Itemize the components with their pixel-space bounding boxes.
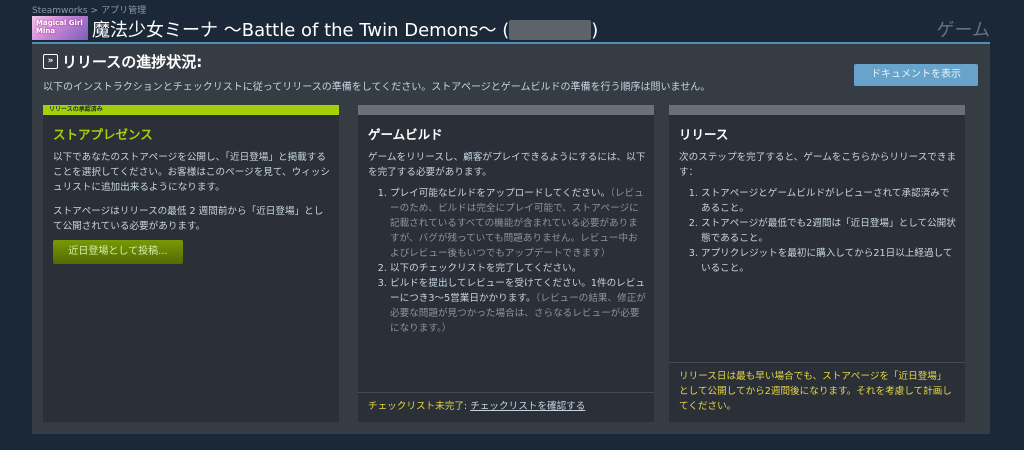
store-presence-text-1: 以下であなたのストアページを公開し、「近日登場」と掲載することを選択してください…	[53, 152, 330, 193]
game-build-status-bar	[358, 105, 654, 115]
release-step-2: ストアページが最低でも2週間は「近日登場」として公開状態であること。	[701, 216, 957, 246]
redacted-app-id	[509, 20, 592, 40]
panel-title: リリースの進捗状況:	[62, 53, 203, 71]
approved-status-bar: リリースの承認済み	[43, 105, 339, 115]
release-date-notice: リリース日は最も早い場合でも、ストアページを「近日登場」として公開してから2週間…	[679, 371, 952, 412]
view-documentation-button[interactable]: ドキュメントを表示	[854, 64, 978, 86]
release-step-3: アプリクレジットを最初に購入してから21日以上経過していること。	[701, 246, 957, 276]
step-1-text: プレイ可能なビルドをアップロードしてください。	[390, 188, 611, 199]
release-card: リリース 次のステップを完了すると、ゲームをこちらからリリースできます： ストア…	[669, 105, 965, 422]
game-build-body: ゲームをリリースし、顧客がプレイできるようにするには、以下を完了する必要がありま…	[368, 150, 646, 336]
store-presence-text-2: ストアページはリリースの最低 2 週間前から「近日登場」として公開されている必要…	[53, 206, 324, 232]
game-build-steps: プレイ可能なビルドをアップロードしてください。（レビューのため、ビルドは完全にプ…	[368, 186, 646, 336]
panel-description: 以下のインストラクションとチェックリストに従ってリリースの準備をしてください。ス…	[43, 82, 711, 93]
app-thumbnail: Magical Girl Mina	[32, 16, 88, 40]
release-steps: ストアページとゲームビルドがレビューされて承認済みであること。 ストアページが最…	[679, 186, 957, 276]
app-title-text: 魔法少女ミーナ 〜Battle of the Twin Demons〜 (	[92, 20, 510, 41]
check-checklist-link[interactable]: チェックリストを確認する	[470, 401, 585, 412]
game-build-card: ゲームビルド ゲームをリリースし、顧客がプレイできるようにするには、以下を完了す…	[358, 105, 654, 422]
app-thumbnail-logo: Magical Girl Mina	[36, 19, 83, 35]
game-build-step-2: 以下のチェックリストを完了してください。	[390, 261, 646, 276]
section-label: ゲーム	[936, 20, 990, 41]
post-coming-soon-button[interactable]: 近日登場として投稿...	[53, 240, 183, 264]
fast-forward-icon: »	[43, 54, 58, 69]
step-2-text: 以下のチェックリストを完了してください。	[390, 263, 582, 274]
approved-badge: リリースの承認済み	[49, 106, 103, 113]
release-progress-panel: » リリースの進捗状況: 以下のインストラクションとチェックリストに従ってリリー…	[32, 44, 990, 434]
app-title: 魔法少女ミーナ 〜Battle of the Twin Demons〜 ()	[92, 16, 598, 42]
release-status-bar	[669, 105, 965, 115]
checklist-incomplete-label: チェックリスト未完了:	[368, 401, 468, 412]
checklist-footer: チェックリスト未完了: チェックリストを確認する	[358, 392, 654, 422]
game-build-title: ゲームビルド	[368, 127, 443, 142]
checklist-status: チェックリスト未完了: チェックリストを確認する	[358, 393, 654, 422]
game-build-step-1: プレイ可能なビルドをアップロードしてください。（レビューのため、ビルドは完全にプ…	[390, 186, 646, 261]
game-build-intro: ゲームをリリースし、顧客がプレイできるようにするには、以下を完了する必要がありま…	[368, 152, 646, 178]
store-presence-body: 以下であなたのストアページを公開し、「近日登場」と掲載することを選択してください…	[53, 150, 331, 243]
store-presence-card: リリースの承認済み ストアプレゼンス 以下であなたのストアページを公開し、「近日…	[43, 105, 339, 422]
release-footer: リリース日は最も早い場合でも、ストアページを「近日登場」として公開してから2週間…	[669, 362, 965, 422]
release-body: 次のステップを完了すると、ゲームをこちらからリリースできます： ストアページとゲ…	[679, 150, 957, 276]
release-step-1: ストアページとゲームビルドがレビューされて承認済みであること。	[701, 186, 957, 216]
app-title-close: )	[591, 20, 599, 41]
app-title-bar: Magical Girl Mina 魔法少女ミーナ 〜Battle of the…	[32, 14, 990, 44]
release-title: リリース	[679, 127, 729, 142]
store-presence-title: ストアプレゼンス	[53, 127, 153, 142]
game-build-step-3: ビルドを提出してレビューを受けてください。1件のレビューにつき3〜5営業日かかり…	[390, 276, 646, 336]
release-intro: 次のステップを完了すると、ゲームをこちらからリリースできます：	[679, 152, 957, 178]
